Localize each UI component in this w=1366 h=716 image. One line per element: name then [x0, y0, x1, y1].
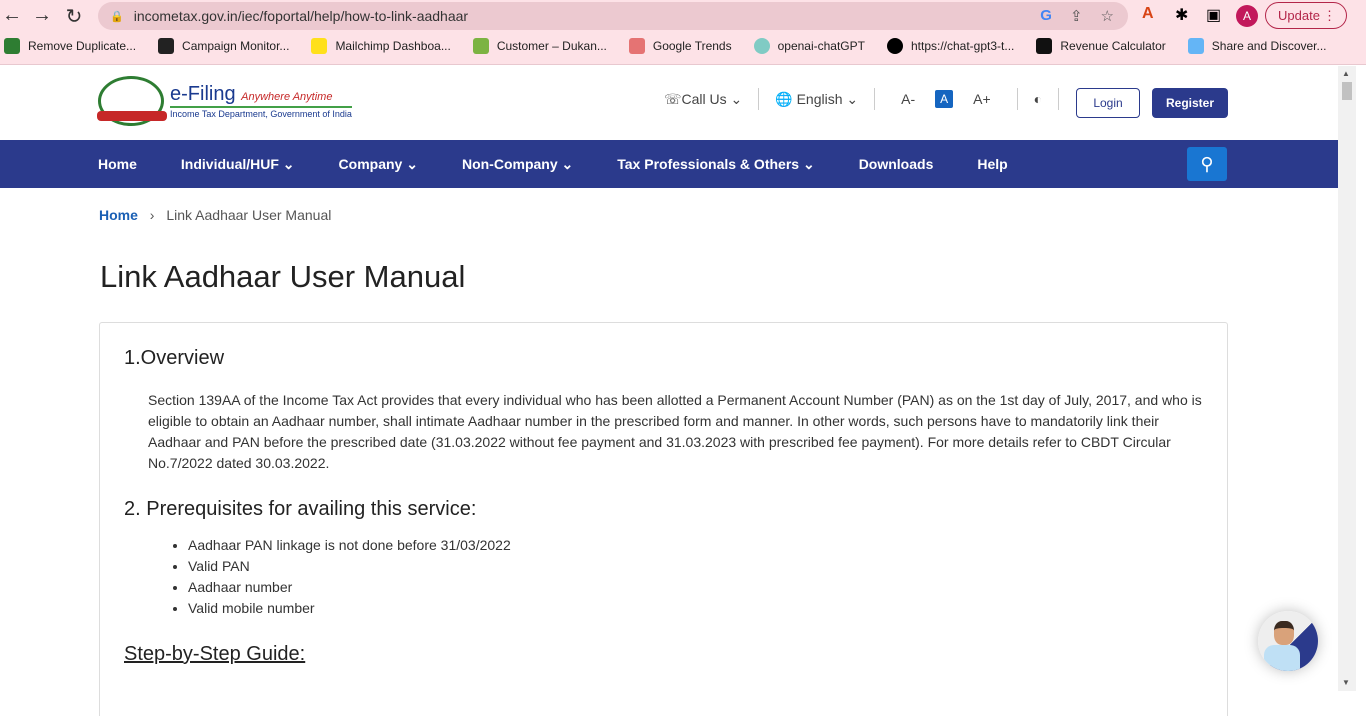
bookmark[interactable]: Share and Discover...	[1187, 38, 1327, 54]
prereq-heading: 2. Prerequisites for availing this servi…	[124, 498, 477, 520]
webpage: e-Filing Anywhere Anytime Income Tax Dep…	[0, 66, 1338, 716]
nav-home[interactable]: Home	[98, 156, 137, 172]
bookmark[interactable]: openai-chatGPT	[753, 38, 865, 54]
nav-company[interactable]: Company ⌄	[339, 156, 418, 173]
nav-label: Company	[338, 155, 403, 172]
overview-text: Section 139AA of the Income Tax Act prov…	[148, 392, 1202, 471]
bookmark-label: Revenue Calculator	[1060, 39, 1166, 53]
bookmark[interactable]: Campaign Monitor...	[158, 38, 289, 54]
bookmark-label: Customer – Dukan...	[496, 39, 607, 53]
search-icon: ⚲	[1200, 154, 1214, 174]
nav-label: Individual/HUF	[180, 155, 279, 172]
nav-label: Non-Company	[461, 155, 558, 172]
breadcrumb-home[interactable]: Home	[99, 207, 138, 223]
bookmark-icon	[1036, 38, 1053, 54]
breadcrumb: Home › Link Aadhaar User Manual	[99, 207, 331, 223]
bookmark-label: Remove Duplicate...	[28, 39, 137, 53]
language-label: English	[796, 90, 843, 107]
register-button[interactable]: Register	[1152, 88, 1228, 118]
bookmark-icon	[4, 38, 20, 54]
bookmark-label: openai-chatGPT	[777, 39, 865, 53]
bookmark-icon	[472, 38, 489, 54]
scrollbar[interactable]: ▲ ▼	[1338, 66, 1356, 691]
nav-help[interactable]: Help	[977, 156, 1007, 172]
efiling-logo[interactable]: e-Filing Anywhere Anytime Income Tax Dep…	[97, 76, 352, 126]
update-label: Update	[1278, 8, 1320, 23]
bookmark-label: Campaign Monitor...	[182, 39, 290, 53]
update-button[interactable]: Update ⋮	[1265, 2, 1347, 29]
bookmark[interactable]: Revenue Calculator	[1036, 38, 1166, 54]
star-icon[interactable]: ☆	[1101, 7, 1114, 25]
bookmark[interactable]: https://chat-gpt3-t...	[886, 38, 1015, 54]
main-nav: Home Individual/HUF ⌄ Company ⌄ Non-Comp…	[0, 140, 1338, 188]
guide-heading: Step-by-Step Guide:	[124, 643, 306, 665]
chatbot-button[interactable]	[1258, 611, 1318, 671]
menu-icon: ⋮	[1323, 8, 1336, 23]
site-header: e-Filing Anywhere Anytime Income Tax Dep…	[0, 66, 1338, 140]
share-icon[interactable]: ⇪	[1070, 7, 1083, 25]
google-icon[interactable]: G	[1040, 7, 1052, 25]
bookmark-label: Google Trends	[652, 39, 732, 53]
breadcrumb-current: Link Aadhaar User Manual	[166, 207, 332, 223]
puzzle-icon[interactable]: ✱	[1175, 5, 1188, 25]
language-dropdown[interactable]: 🌐 English ⌄	[775, 91, 858, 108]
call-us-label: Call Us	[681, 90, 727, 107]
lock-icon: 🔒	[110, 10, 124, 23]
bookmark-icon	[886, 38, 903, 54]
call-us-dropdown[interactable]: ☏Call Us ⌄	[664, 91, 742, 108]
bookmark[interactable]: Remove Duplicate...	[4, 38, 136, 54]
normal-font-button[interactable]: A	[935, 90, 954, 108]
browser-toolbar: ← → ↻ 🔒 incometax.gov.in/iec/foportal/he…	[0, 0, 1366, 65]
decrease-font-button[interactable]: A-	[901, 91, 915, 107]
bookmark-label: https://chat-gpt3-t...	[910, 39, 1015, 53]
dept-name: Income Tax Department, Government of Ind…	[170, 106, 352, 119]
forward-icon[interactable]: →	[30, 4, 54, 27]
manual-card: 1.Overview Section 139AA of the Income T…	[99, 322, 1228, 716]
search-button[interactable]: ⚲	[1187, 147, 1227, 181]
bookmark-icon	[1187, 38, 1204, 54]
bookmark-icon	[311, 38, 328, 54]
bookmark-label: Share and Discover...	[1211, 39, 1327, 53]
reload-icon[interactable]: ↻	[62, 4, 86, 29]
overview-heading: 1.Overview	[124, 347, 225, 369]
bookmark[interactable]: Customer – Dukan...	[472, 38, 607, 54]
list-item: Aadhaar number	[188, 577, 1203, 598]
url-text: incometax.gov.in/iec/foportal/help/how-t…	[133, 8, 469, 24]
prereq-list: Aadhaar PAN linkage is not done before 3…	[188, 535, 1203, 619]
nav-tax-professionals[interactable]: Tax Professionals & Others ⌄	[617, 156, 814, 173]
bookmark-icon	[158, 38, 175, 54]
nav-label: Tax Professionals & Others	[617, 155, 800, 172]
page-title: Link Aadhaar User Manual	[100, 259, 466, 294]
bookmark[interactable]: Mailchimp Dashboa...	[311, 38, 451, 54]
breadcrumb-separator: ›	[149, 207, 155, 223]
nav-individual[interactable]: Individual/HUF ⌄	[181, 156, 295, 173]
profile-avatar[interactable]: A	[1236, 5, 1258, 27]
bookmark[interactable]: Google Trends	[628, 38, 732, 54]
login-button[interactable]: Login	[1076, 88, 1140, 118]
list-item: Valid PAN	[188, 556, 1203, 577]
contrast-icon[interactable]: ◐	[1034, 91, 1042, 107]
brand-name: e-Filing	[170, 83, 236, 105]
increase-font-button[interactable]: A+	[973, 91, 991, 107]
back-icon[interactable]: ←	[0, 4, 24, 27]
emblem-icon	[97, 76, 167, 126]
address-bar[interactable]: 🔒 incometax.gov.in/iec/foportal/help/how…	[98, 2, 1128, 30]
tagline: Anywhere Anytime	[241, 91, 333, 103]
bookmarks-bar: Remove Duplicate... Campaign Monitor... …	[0, 38, 1366, 54]
bookmark-label: Mailchimp Dashboa...	[335, 39, 451, 53]
list-item: Aadhaar PAN linkage is not done before 3…	[188, 535, 1203, 556]
bookmark-icon	[628, 38, 645, 54]
nav-downloads[interactable]: Downloads	[859, 156, 934, 172]
bookmark-icon	[753, 38, 770, 54]
extension-icon[interactable]: A	[1142, 5, 1154, 23]
side-panel-icon[interactable]: ▣	[1206, 5, 1221, 25]
nav-non-company[interactable]: Non-Company ⌄	[462, 156, 573, 173]
list-item: Valid mobile number	[188, 598, 1203, 619]
